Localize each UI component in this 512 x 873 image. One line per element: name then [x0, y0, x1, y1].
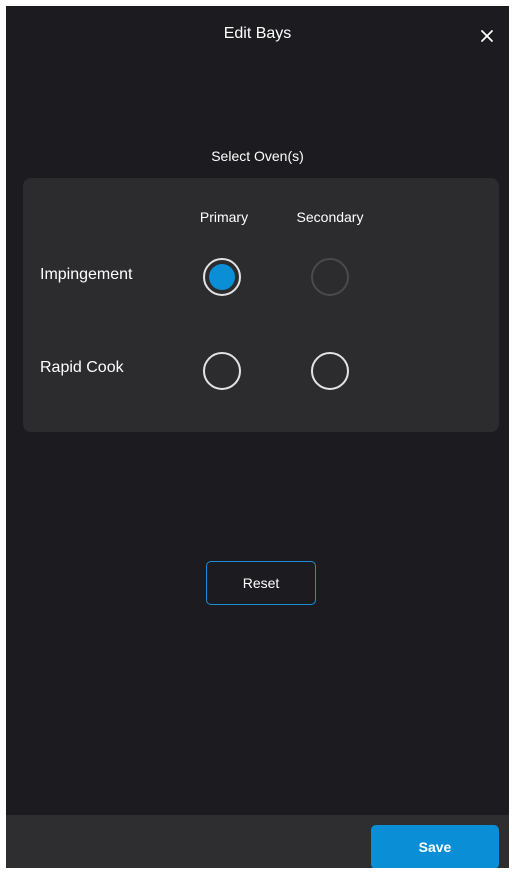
row-label-impingement: Impingement — [40, 266, 133, 283]
radio-impingement-secondary — [311, 258, 349, 296]
section-title: Select Oven(s) — [211, 148, 304, 164]
row-label-rapid-cook: Rapid Cook — [40, 359, 124, 376]
oven-selection-card: Primary Secondary Impingement Rapid Cook — [23, 178, 499, 432]
edit-bays-screen: Edit Bays Select Oven(s) Primary Seconda… — [6, 6, 509, 868]
page-title: Edit Bays — [223, 25, 292, 42]
column-header-secondary: Secondary — [296, 209, 364, 225]
radio-impingement-primary[interactable] — [203, 258, 241, 296]
column-header-primary: Primary — [199, 209, 249, 225]
save-button[interactable]: Save — [371, 825, 499, 868]
reset-button[interactable]: Reset — [206, 561, 316, 605]
close-icon — [481, 30, 493, 42]
radio-rapid-cook-primary[interactable] — [203, 352, 241, 390]
footer-bar: Save — [6, 815, 509, 868]
close-button[interactable] — [475, 24, 499, 48]
header: Edit Bays — [6, 6, 509, 66]
radio-rapid-cook-secondary[interactable] — [311, 352, 349, 390]
